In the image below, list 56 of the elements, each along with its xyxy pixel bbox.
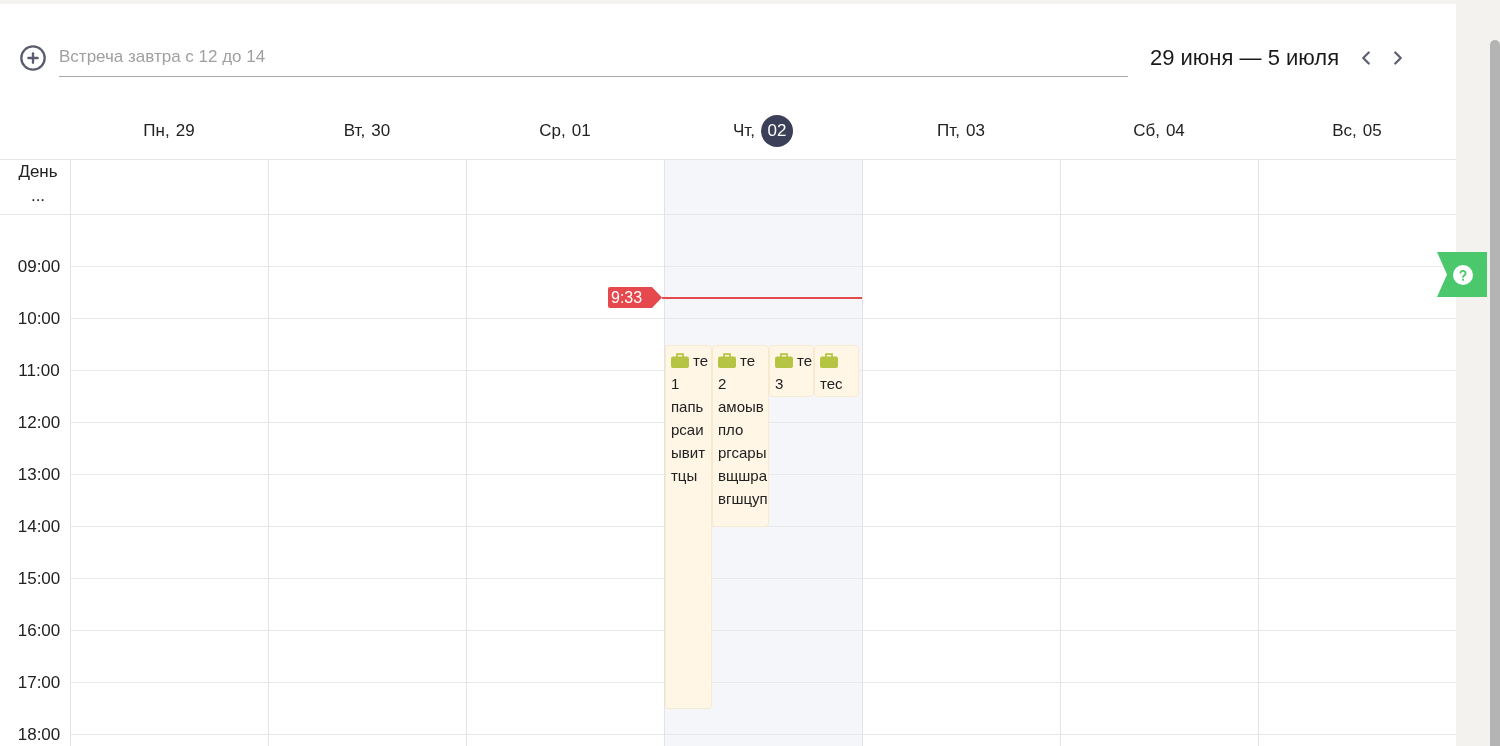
hour-label: 10:00 bbox=[17, 310, 61, 328]
event-text: папь bbox=[671, 397, 704, 417]
weekday-label: Вт, bbox=[343, 120, 366, 143]
event-text: 1 bbox=[671, 374, 680, 394]
hour-label: 09:00 bbox=[17, 258, 61, 276]
event-text: 3 bbox=[775, 374, 784, 394]
add-event-button[interactable] bbox=[19, 43, 47, 72]
question-icon bbox=[1453, 264, 1473, 285]
event-text: 2 bbox=[718, 374, 727, 394]
event-text: тцы bbox=[671, 466, 698, 486]
date-label: 29 bbox=[175, 120, 195, 143]
hour-label: 15:00 bbox=[17, 570, 61, 588]
event-title: те bbox=[797, 351, 813, 371]
briefcase-icon bbox=[718, 353, 736, 368]
date-label: 01 bbox=[571, 120, 591, 143]
event-text: рсаи bbox=[671, 420, 704, 440]
hour-label: 14:00 bbox=[17, 518, 61, 536]
all-day-label: День ... bbox=[17, 161, 59, 207]
weekday-label: Пт, bbox=[937, 120, 960, 143]
hour-label: 18:00 bbox=[17, 726, 61, 744]
weekday-label: Чт, bbox=[733, 120, 755, 143]
hour-label: 16:00 bbox=[17, 622, 61, 640]
date-label: 04 bbox=[1165, 120, 1185, 143]
event-card[interactable]: те 3 bbox=[769, 345, 814, 397]
hour-label: 12:00 bbox=[17, 414, 61, 432]
event-text: вщшра bbox=[718, 466, 768, 486]
plus-circle-icon bbox=[19, 43, 47, 72]
hour-label: 13:00 bbox=[17, 466, 61, 484]
weekday-label: Сб, bbox=[1133, 120, 1160, 143]
hour-label: 11:00 bbox=[18, 362, 60, 380]
date-range-label: 29 июня — 5 июля bbox=[1150, 44, 1340, 72]
event-card[interactable]: те 1 папь рсаи ывит тцы bbox=[665, 345, 712, 709]
date-label: 30 bbox=[371, 120, 391, 143]
event-text: ргсары bbox=[718, 443, 767, 463]
event-card[interactable]: те 2 амоыв пло ргсары вщшра вгшцуп bbox=[712, 345, 769, 527]
event-text: вгшцуп bbox=[718, 489, 768, 509]
hour-label: 17:00 bbox=[17, 674, 61, 692]
weekday-label: Пн, bbox=[143, 120, 170, 143]
briefcase-icon bbox=[775, 353, 793, 368]
quick-add-field[interactable]: Встреча завтра с 12 до 14 bbox=[59, 38, 1128, 77]
date-badge: 02 bbox=[761, 115, 793, 147]
date-label: 03 bbox=[965, 120, 985, 143]
weekday-label: Вс, bbox=[1332, 120, 1357, 143]
event-title: те bbox=[740, 351, 756, 371]
date-label: 05 bbox=[1362, 120, 1382, 143]
weekday-label: Ср, bbox=[539, 120, 566, 143]
current-time-badge: 9:33 bbox=[608, 287, 662, 308]
event-title: те bbox=[693, 351, 709, 371]
event-text: пло bbox=[718, 420, 744, 440]
scrollbar-thumb[interactable] bbox=[1490, 40, 1500, 746]
briefcase-icon bbox=[671, 353, 689, 368]
event-card[interactable]: тес bbox=[814, 345, 859, 397]
briefcase-icon bbox=[820, 353, 838, 368]
event-text: тес bbox=[820, 374, 843, 394]
event-text: ывит bbox=[671, 443, 705, 463]
event-text: амоыв bbox=[718, 397, 764, 417]
